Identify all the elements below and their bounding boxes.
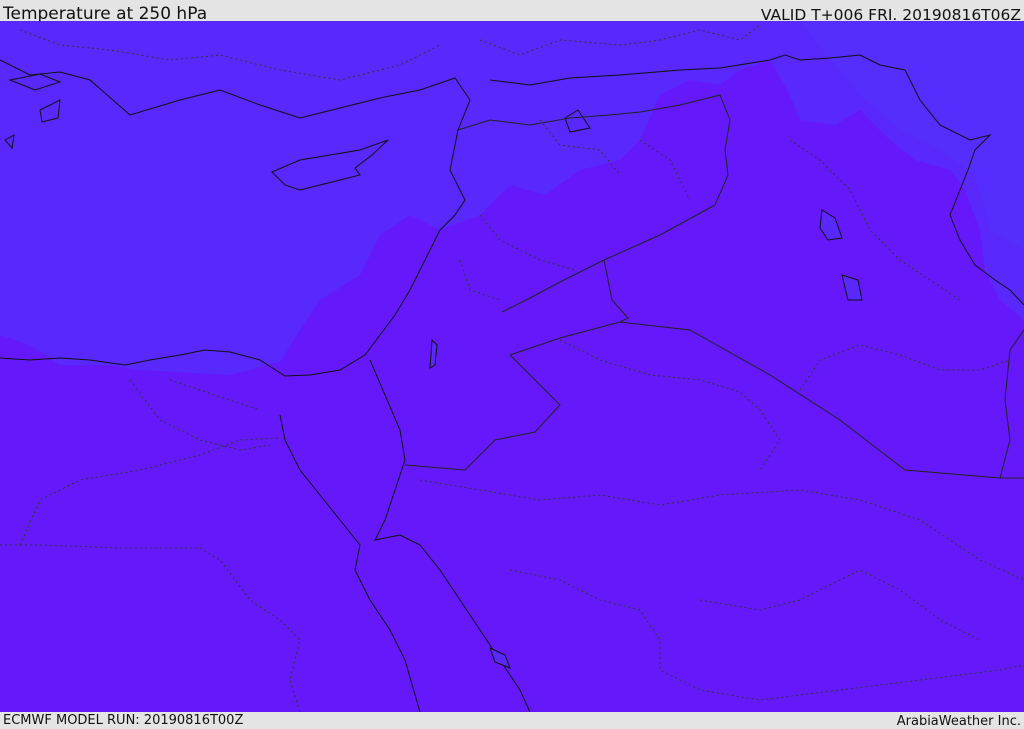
model-run-label: ECMWF MODEL RUN: 20190816T00Z xyxy=(3,713,244,728)
credit-label: ArabiaWeather Inc. xyxy=(896,714,1021,729)
map-canvas xyxy=(0,21,1024,712)
weather-map[interactable] xyxy=(0,21,1024,712)
footer-bar: ECMWF MODEL RUN: 20190816T00Z ArabiaWeat… xyxy=(0,712,1024,729)
header-bar: Temperature at 250 hPa VALID T+006 FRI. … xyxy=(0,0,1024,24)
